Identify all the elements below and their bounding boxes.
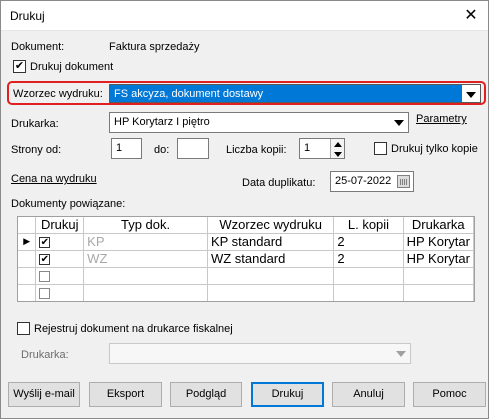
row-template[interactable] [207,284,335,301]
table-row[interactable] [18,267,474,285]
print-button[interactable]: Drukuj [251,382,324,407]
preview-button[interactable]: Podgląd [170,382,242,407]
pages-from-label: Strony od: [11,144,62,156]
fiscal-register-checkbox[interactable] [17,322,30,335]
copies-value: 1 [304,142,311,154]
row-template[interactable]: WZ standard [207,250,335,268]
fiscal-printer-label: Drukarka: [21,349,69,361]
related-documents-label: Dokumenty powiązane: [11,198,126,210]
print-document-label: Drukuj dokument [30,61,114,73]
print-document-checkbox[interactable]: ✔ [13,60,26,73]
printer-parameters-link[interactable]: Parametry [416,113,467,125]
chevron-down-icon [394,120,404,126]
help-button[interactable]: Pomoc [413,382,486,407]
column-header-doc-type[interactable]: Typ dok. [83,217,208,234]
row-copies[interactable] [333,284,404,301]
row-indicator-icon [18,250,37,268]
related-documents-table: Drukuj Typ dok. Wzorzec wydruku L. kopii… [18,217,474,301]
template-combo[interactable]: FS akcyza, dokument dostawy [109,84,481,103]
row-print-checkbox[interactable] [39,288,51,300]
template-value: FS akcyza, dokument dostawy [114,88,264,100]
duplicate-date-value: 25-07-2022 [335,175,392,187]
duplicate-date-label: Data duplikatu: [242,177,316,189]
export-button[interactable]: Eksport [89,382,162,407]
pages-to-input[interactable] [177,138,209,159]
pages-from-input[interactable]: 1 [111,138,142,159]
column-header-printer[interactable]: Drukarka [403,217,474,234]
fiscal-register-label: Rejestruj dokument na drukarce fiskalnej [34,323,233,335]
price-on-print-link[interactable]: Cena na wydruku [11,173,97,185]
column-header-template[interactable]: Wzorzec wydruku [207,217,335,234]
row-print-checkbox[interactable] [39,271,51,283]
row-template[interactable]: KP standard [207,233,335,251]
document-label: Dokument: [11,41,65,53]
row-printer[interactable] [403,267,474,285]
row-indicator-icon: ▶ [18,233,37,251]
row-copies[interactable] [333,267,404,285]
copies-label: Liczba kopii: [226,144,287,156]
row-printer[interactable]: HP Korytar [403,233,474,251]
copies-spinner[interactable]: 1 [299,138,345,159]
row-printer[interactable]: HP Korytar [403,250,474,268]
row-copies[interactable]: 2 [333,233,404,251]
table-row[interactable]: ▶ ✔ KP KP standard 2 HP Korytar [18,233,474,251]
related-documents-grid: Drukuj Typ dok. Wzorzec wydruku L. kopii… [17,216,475,302]
duplicate-date-input[interactable]: 25-07-2022 [330,171,414,192]
row-print-checkbox[interactable]: ✔ [39,254,51,266]
row-template[interactable] [207,267,335,285]
calendar-icon[interactable] [397,175,410,188]
table-row[interactable]: ✔ WZ WZ standard 2 HP Korytar [18,250,474,268]
window-title: Drukuj [10,9,45,23]
row-printer[interactable] [403,284,474,301]
template-label: Wzorzec wydruku: [13,88,103,100]
chevron-down-icon [396,351,406,357]
row-doc-type [83,267,208,285]
printer-label: Drukarka: [11,118,59,130]
document-value: Faktura sprzedaży [109,41,200,53]
row-doc-type: WZ [83,250,208,268]
column-header-copies[interactable]: L. kopii [333,217,404,234]
spinner-arrows-icon[interactable] [330,139,344,158]
pages-to-label: do: [154,144,170,156]
chevron-down-icon [466,92,476,98]
print-dialog: Drukuj ✕ Dokument: Faktura sprzedaży ✔ D… [0,0,489,419]
column-header-print[interactable]: Drukuj [35,217,85,234]
printer-combo[interactable]: HP Korytarz I piętro [109,112,409,133]
row-indicator-icon [18,284,37,301]
row-indicator-icon [18,267,37,285]
fiscal-printer-combo[interactable] [109,343,411,364]
print-copies-only-checkbox[interactable] [374,142,387,155]
close-icon[interactable]: ✕ [460,6,482,26]
print-copies-only-label: Drukuj tylko kopie [391,143,478,155]
row-doc-type: KP [83,233,208,251]
send-email-button[interactable]: Wyślij e-mail [8,382,80,407]
row-print-checkbox[interactable]: ✔ [39,237,51,249]
row-doc-type [83,284,208,301]
cancel-button[interactable]: Anuluj [332,382,405,407]
row-copies[interactable]: 2 [333,250,404,268]
printer-value: HP Korytarz I piętro [114,116,210,128]
table-row[interactable] [18,284,474,301]
title-bar: Drukuj ✕ [1,1,488,31]
